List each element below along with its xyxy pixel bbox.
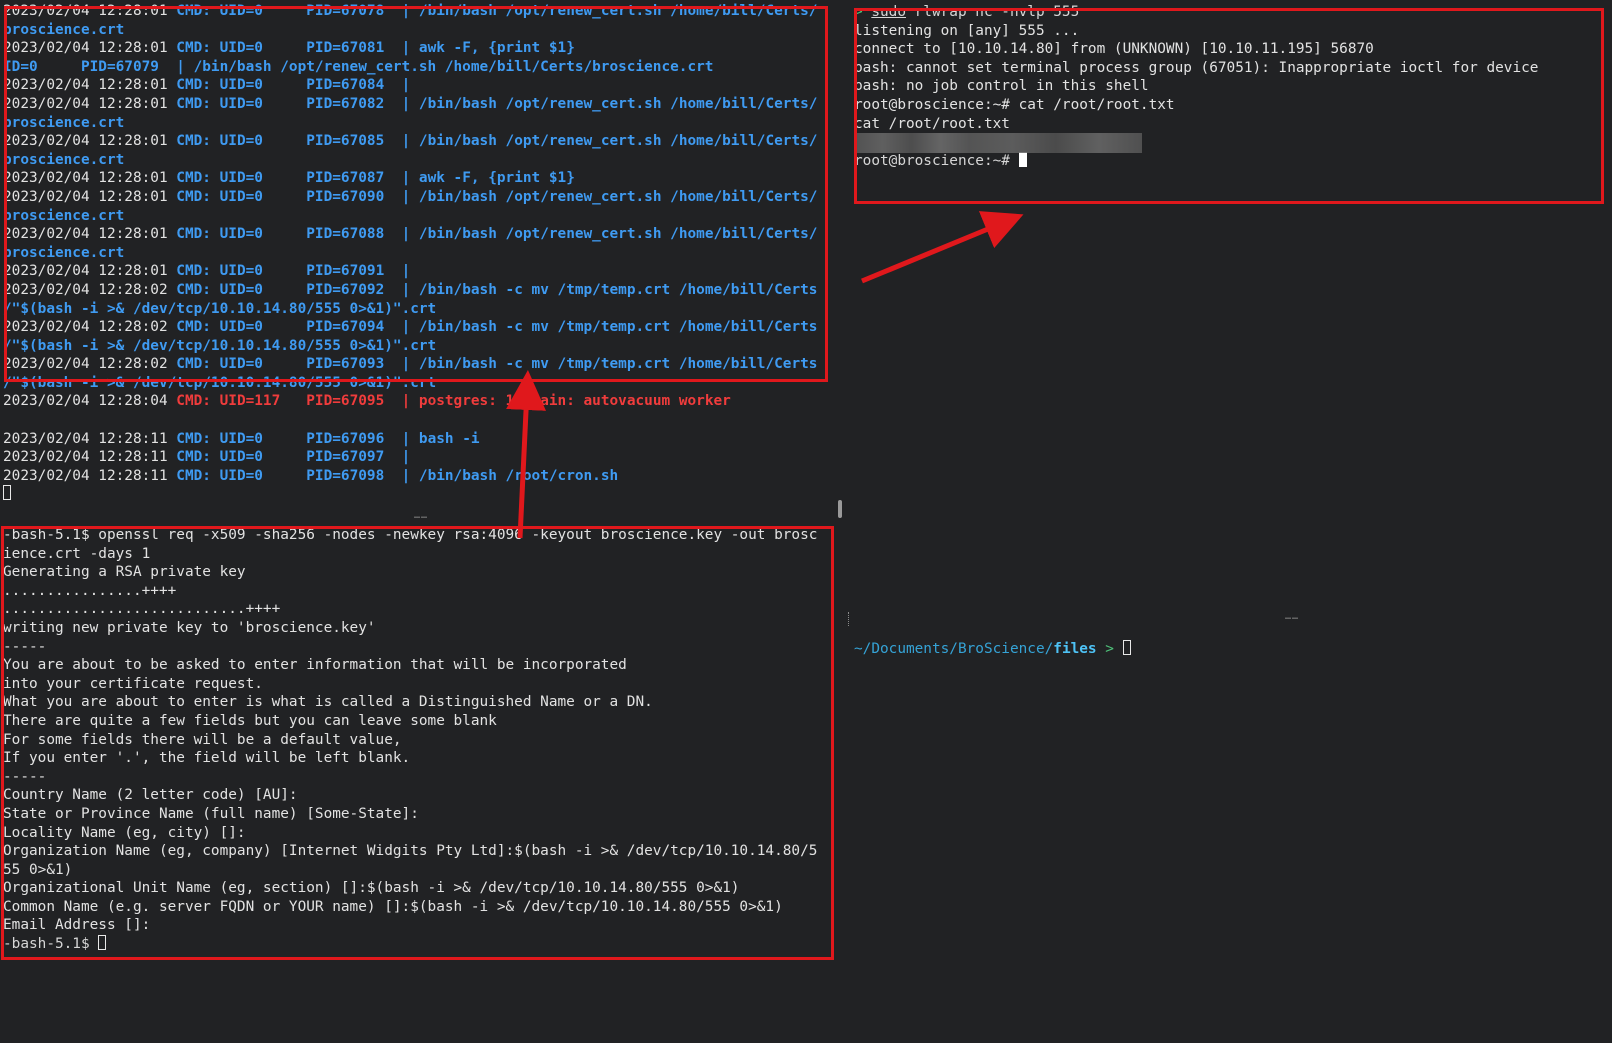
- annotation-box-pspy: [4, 6, 828, 382]
- annotation-box-openssl: [1, 526, 834, 960]
- pspy-line: 2023/02/04 12:28:04 CMD: UID=117 PID=670…: [3, 392, 833, 411]
- timestamp: 2023/02/04 12:28:11: [3, 430, 168, 447]
- scrollbar-thumb[interactable]: [838, 500, 842, 518]
- pspy-line: [3, 411, 833, 430]
- timestamp: 2023/02/04 12:28:11: [3, 449, 168, 466]
- local-prompt-line: ~/Documents/BroScience/files >: [854, 640, 1604, 659]
- pspy-line: 2023/02/04 12:28:11 CMD: UID=0 PID=67098…: [3, 467, 833, 486]
- command-text: |: [401, 449, 411, 466]
- arrow-pspy-to-listener: [861, 211, 1024, 284]
- local-terminal-pane[interactable]: ~/Documents/BroScience/files >: [854, 640, 1604, 670]
- pane-divider-handle-right[interactable]: ……: [1285, 611, 1299, 622]
- command-text: | bash -i: [401, 430, 480, 447]
- cmd-field: CMD: UID=0 PID=67096: [176, 430, 393, 447]
- terminal-cursor: [1122, 640, 1131, 655]
- cmd-field: CMD: UID=0 PID=67097: [176, 449, 393, 466]
- timestamp: 2023/02/04 12:28:11: [3, 467, 168, 484]
- command-text: | /bin/bash /root/cron.sh: [401, 467, 619, 484]
- path-current-dir: files: [1053, 641, 1097, 657]
- vertical-divider-marker[interactable]: [848, 612, 851, 626]
- command-text: | postgres: 13/main: autovacuum worker: [401, 393, 731, 410]
- prompt-arrow: >: [1096, 641, 1123, 657]
- pspy-line: 2023/02/04 12:28:11 CMD: UID=0 PID=67097…: [3, 448, 833, 467]
- pane-divider-handle[interactable]: ……: [414, 510, 428, 521]
- cmd-field: CMD: UID=117 PID=67095: [176, 393, 393, 410]
- annotation-box-listener: [854, 8, 1604, 204]
- terminal-cursor: [3, 485, 11, 501]
- path-prefix: ~/Documents/BroScience/: [854, 641, 1054, 657]
- timestamp: 2023/02/04 12:28:04: [3, 393, 168, 410]
- cmd-field: CMD: UID=0 PID=67098: [176, 467, 393, 484]
- pspy-cursor-line: [3, 485, 833, 502]
- pspy-line: 2023/02/04 12:28:11 CMD: UID=0 PID=67096…: [3, 430, 833, 449]
